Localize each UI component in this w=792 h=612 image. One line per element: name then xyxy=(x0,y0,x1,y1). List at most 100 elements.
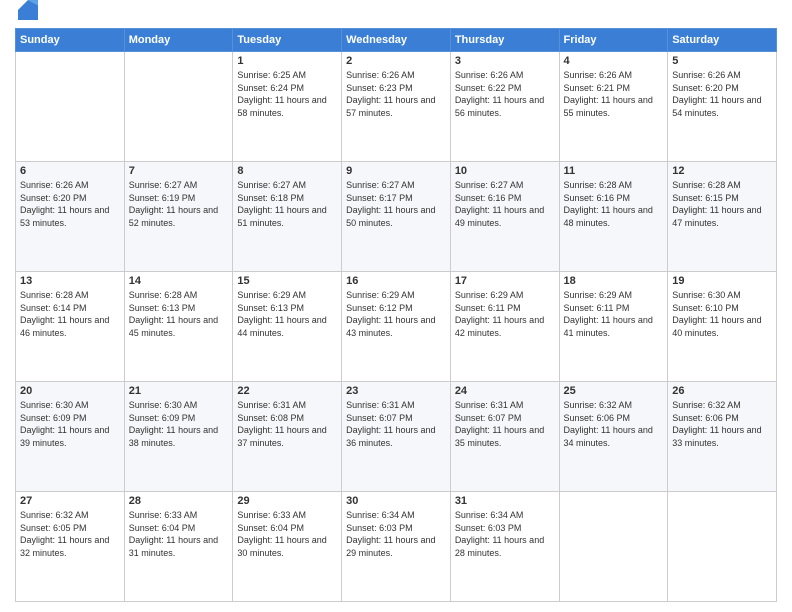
day-info: Sunrise: 6:34 AM Sunset: 6:03 PM Dayligh… xyxy=(346,509,446,559)
day-info: Sunrise: 6:27 AM Sunset: 6:19 PM Dayligh… xyxy=(129,179,229,229)
table-row: 31 Sunrise: 6:34 AM Sunset: 6:03 PM Dayli… xyxy=(450,492,559,602)
table-row xyxy=(16,52,125,162)
table-row: 20 Sunrise: 6:30 AM Sunset: 6:09 PM Dayli… xyxy=(16,382,125,492)
day-info: Sunrise: 6:28 AM Sunset: 6:15 PM Dayligh… xyxy=(672,179,772,229)
table-row: 26 Sunrise: 6:32 AM Sunset: 6:06 PM Dayli… xyxy=(668,382,777,492)
col-sunday: Sunday xyxy=(16,29,125,52)
table-row: 19 Sunrise: 6:30 AM Sunset: 6:10 PM Dayli… xyxy=(668,272,777,382)
day-info: Sunrise: 6:33 AM Sunset: 6:04 PM Dayligh… xyxy=(129,509,229,559)
day-number: 20 xyxy=(20,385,120,397)
calendar-header-row: Sunday Monday Tuesday Wednesday Thursday… xyxy=(16,29,777,52)
calendar-week-row: 6Sunrise: 6:26 AM Sunset: 6:20 PM Daylig… xyxy=(16,162,777,272)
day-number: 8 xyxy=(237,165,337,177)
day-number: 26 xyxy=(672,385,772,397)
table-row: 29Sunrise: 6:33 AM Sunset: 6:04 PM Dayli… xyxy=(233,492,342,602)
day-info: Sunrise: 6:30 AM Sunset: 6:09 PM Dayligh… xyxy=(20,399,120,449)
table-row: 6Sunrise: 6:26 AM Sunset: 6:20 PM Daylig… xyxy=(16,162,125,272)
page: Sunday Monday Tuesday Wednesday Thursday… xyxy=(0,0,792,612)
day-number: 28 xyxy=(129,495,229,507)
calendar-week-row: 20 Sunrise: 6:30 AM Sunset: 6:09 PM Dayli… xyxy=(16,382,777,492)
table-row: 21 Sunrise: 6:30 AM Sunset: 6:09 PM Dayli… xyxy=(124,382,233,492)
day-number: 23 xyxy=(346,385,446,397)
table-row: 28 Sunrise: 6:33 AM Sunset: 6:04 PM Dayli… xyxy=(124,492,233,602)
calendar: Sunday Monday Tuesday Wednesday Thursday… xyxy=(15,28,777,602)
table-row: 9 Sunrise: 6:27 AM Sunset: 6:17 PM Daylig… xyxy=(342,162,451,272)
day-number: 1 xyxy=(237,55,337,67)
day-info: Sunrise: 6:31 AM Sunset: 6:07 PM Dayligh… xyxy=(455,399,555,449)
table-row xyxy=(559,492,668,602)
day-number: 3 xyxy=(455,55,555,67)
day-info: Sunrise: 6:28 AM Sunset: 6:13 PM Dayligh… xyxy=(129,289,229,339)
table-row: 27 Sunrise: 6:32 AM Sunset: 6:05 PM Dayli… xyxy=(16,492,125,602)
day-number: 4 xyxy=(564,55,664,67)
day-info: Sunrise: 6:29 AM Sunset: 6:12 PM Dayligh… xyxy=(346,289,446,339)
day-number: 21 xyxy=(129,385,229,397)
table-row: 5 Sunrise: 6:26 AM Sunset: 6:20 PM Daylig… xyxy=(668,52,777,162)
col-thursday: Thursday xyxy=(450,29,559,52)
col-friday: Friday xyxy=(559,29,668,52)
calendar-week-row: 27 Sunrise: 6:32 AM Sunset: 6:05 PM Dayli… xyxy=(16,492,777,602)
table-row: 30 Sunrise: 6:34 AM Sunset: 6:03 PM Dayli… xyxy=(342,492,451,602)
table-row: 25 Sunrise: 6:32 AM Sunset: 6:06 PM Dayli… xyxy=(559,382,668,492)
table-row: 3 Sunrise: 6:26 AM Sunset: 6:22 PM Daylig… xyxy=(450,52,559,162)
day-number: 7 xyxy=(129,165,229,177)
day-number: 10 xyxy=(455,165,555,177)
day-number: 2 xyxy=(346,55,446,67)
day-number: 22 xyxy=(237,385,337,397)
day-number: 15 xyxy=(237,275,337,287)
table-row: 23 Sunrise: 6:31 AM Sunset: 6:07 PM Dayli… xyxy=(342,382,451,492)
table-row: 17 Sunrise: 6:29 AM Sunset: 6:11 PM Dayli… xyxy=(450,272,559,382)
day-number: 17 xyxy=(455,275,555,287)
table-row: 13 Sunrise: 6:28 AM Sunset: 6:14 PM Dayli… xyxy=(16,272,125,382)
day-info: Sunrise: 6:27 AM Sunset: 6:16 PM Dayligh… xyxy=(455,179,555,229)
table-row xyxy=(124,52,233,162)
day-info: Sunrise: 6:32 AM Sunset: 6:06 PM Dayligh… xyxy=(672,399,772,449)
day-number: 5 xyxy=(672,55,772,67)
day-number: 27 xyxy=(20,495,120,507)
day-number: 14 xyxy=(129,275,229,287)
day-info: Sunrise: 6:26 AM Sunset: 6:23 PM Dayligh… xyxy=(346,69,446,119)
col-tuesday: Tuesday xyxy=(233,29,342,52)
day-number: 24 xyxy=(455,385,555,397)
col-wednesday: Wednesday xyxy=(342,29,451,52)
day-number: 13 xyxy=(20,275,120,287)
day-number: 18 xyxy=(564,275,664,287)
table-row: 22 Sunrise: 6:31 AM Sunset: 6:08 PM Dayli… xyxy=(233,382,342,492)
day-info: Sunrise: 6:31 AM Sunset: 6:07 PM Dayligh… xyxy=(346,399,446,449)
day-info: Sunrise: 6:30 AM Sunset: 6:09 PM Dayligh… xyxy=(129,399,229,449)
table-row: 18 Sunrise: 6:29 AM Sunset: 6:11 PM Dayli… xyxy=(559,272,668,382)
day-number: 11 xyxy=(564,165,664,177)
day-info: Sunrise: 6:26 AM Sunset: 6:21 PM Dayligh… xyxy=(564,69,664,119)
day-info: Sunrise: 6:28 AM Sunset: 6:16 PM Dayligh… xyxy=(564,179,664,229)
day-number: 31 xyxy=(455,495,555,507)
day-number: 16 xyxy=(346,275,446,287)
table-row: 7 Sunrise: 6:27 AM Sunset: 6:19 PM Daylig… xyxy=(124,162,233,272)
table-row: 2 Sunrise: 6:26 AM Sunset: 6:23 PM Daylig… xyxy=(342,52,451,162)
table-row: 10 Sunrise: 6:27 AM Sunset: 6:16 PM Dayli… xyxy=(450,162,559,272)
day-number: 30 xyxy=(346,495,446,507)
day-info: Sunrise: 6:32 AM Sunset: 6:05 PM Dayligh… xyxy=(20,509,120,559)
day-number: 6 xyxy=(20,165,120,177)
day-info: Sunrise: 6:25 AM Sunset: 6:24 PM Dayligh… xyxy=(237,69,337,119)
day-number: 9 xyxy=(346,165,446,177)
calendar-week-row: 1 Sunrise: 6:25 AM Sunset: 6:24 PM Daylig… xyxy=(16,52,777,162)
day-number: 29 xyxy=(237,495,337,507)
day-info: Sunrise: 6:32 AM Sunset: 6:06 PM Dayligh… xyxy=(564,399,664,449)
day-info: Sunrise: 6:26 AM Sunset: 6:20 PM Dayligh… xyxy=(672,69,772,119)
day-info: Sunrise: 6:29 AM Sunset: 6:11 PM Dayligh… xyxy=(455,289,555,339)
day-info: Sunrise: 6:31 AM Sunset: 6:08 PM Dayligh… xyxy=(237,399,337,449)
table-row: 24 Sunrise: 6:31 AM Sunset: 6:07 PM Dayli… xyxy=(450,382,559,492)
day-info: Sunrise: 6:28 AM Sunset: 6:14 PM Dayligh… xyxy=(20,289,120,339)
day-info: Sunrise: 6:30 AM Sunset: 6:10 PM Dayligh… xyxy=(672,289,772,339)
day-info: Sunrise: 6:29 AM Sunset: 6:11 PM Dayligh… xyxy=(564,289,664,339)
day-number: 25 xyxy=(564,385,664,397)
table-row: 4 Sunrise: 6:26 AM Sunset: 6:21 PM Daylig… xyxy=(559,52,668,162)
day-info: Sunrise: 6:27 AM Sunset: 6:17 PM Dayligh… xyxy=(346,179,446,229)
table-row: 15Sunrise: 6:29 AM Sunset: 6:13 PM Dayli… xyxy=(233,272,342,382)
day-number: 19 xyxy=(672,275,772,287)
day-info: Sunrise: 6:26 AM Sunset: 6:22 PM Dayligh… xyxy=(455,69,555,119)
day-info: Sunrise: 6:34 AM Sunset: 6:03 PM Dayligh… xyxy=(455,509,555,559)
day-number: 12 xyxy=(672,165,772,177)
table-row: 8Sunrise: 6:27 AM Sunset: 6:18 PM Daylig… xyxy=(233,162,342,272)
logo xyxy=(15,15,38,20)
